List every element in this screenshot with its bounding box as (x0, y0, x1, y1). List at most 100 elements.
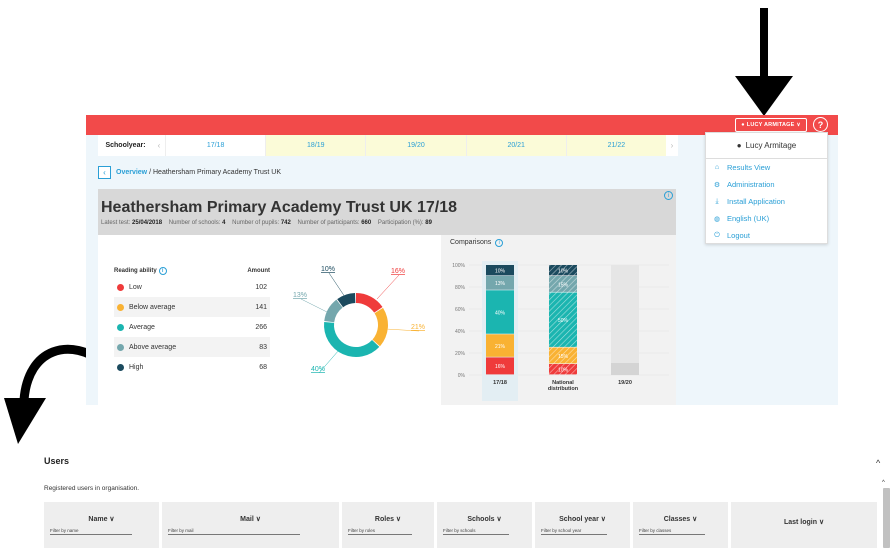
menu-item-label: Results View (727, 163, 771, 172)
reading-row-label: Above average (129, 343, 177, 351)
column-filter-input[interactable]: Filter by schools (443, 528, 510, 535)
help-icon[interactable]: ? (813, 117, 828, 132)
menu-item-language[interactable]: ◍ English (UK) (706, 210, 827, 227)
column-filter-input[interactable]: Filter by school year (541, 528, 608, 535)
home-icon: ⌂ (714, 164, 720, 171)
y-tick-label: 80% (455, 285, 466, 291)
users-table-column: Roles ∨ Filter by roles (342, 502, 437, 548)
globe-icon: ◍ (713, 215, 721, 223)
info-icon[interactable]: i (158, 267, 167, 275)
menu-item-administration[interactable]: ⚙ Administration (706, 176, 827, 193)
column-sort-header[interactable]: Last login ∨ (737, 518, 871, 526)
users-table-column: Name ∨ Filter by name (44, 502, 162, 548)
latest-test-label: Latest test: (101, 220, 131, 226)
reading-row-label: Low (129, 283, 142, 291)
reading-table-row: High 68 (114, 357, 270, 377)
donut-leader-line (300, 298, 330, 314)
reading-row-label: Below average (129, 303, 176, 311)
users-table-column: Schools ∨ Filter by schools (437, 502, 535, 548)
schools-value: 4 (222, 220, 226, 226)
column-filter-input[interactable]: Filter by mail (168, 528, 300, 535)
info-icon[interactable]: i (664, 191, 673, 200)
legend-dot-icon (117, 303, 124, 311)
users-table-column: Last login ∨ (731, 502, 880, 548)
menu-item-label: Logout (727, 231, 750, 240)
donut-slice-label: 21% (411, 324, 425, 331)
reading-row-amount: 68 (259, 363, 267, 371)
y-tick-label: 40% (455, 329, 466, 335)
reading-row-amount: 266 (255, 323, 267, 331)
tab-year-18-19[interactable]: 18/19 (265, 135, 366, 156)
scroll-up-icon[interactable]: ^ (882, 480, 885, 486)
users-table-column: Mail ∨ Filter by mail (162, 502, 342, 548)
reading-table-row: Below average 141 (114, 297, 270, 317)
user-menu-button[interactable]: ● LUCY ARMITAGE ∨ (735, 118, 807, 132)
participants-label: Number of participants: (297, 220, 360, 226)
y-tick-label: 100% (452, 263, 465, 269)
tab-year-19-20[interactable]: 19/20 (365, 135, 466, 156)
pupils-label: Number of pupils: (232, 220, 280, 226)
breadcrumb-overview-link[interactable]: Overview (116, 169, 147, 176)
schoolyear-next-button[interactable]: › (666, 135, 678, 156)
donut-slice (356, 293, 383, 313)
donut-slice-label: 40% (311, 366, 325, 373)
column-sort-header[interactable]: Classes ∨ (639, 515, 722, 523)
annotation-arrow-down (735, 8, 793, 116)
schoolyear-selector: Schoolyear: ‹ 17/18 18/19 19/20 20/21 21… (98, 135, 678, 156)
breadcrumb: ‹ Overview / Heathersham Primary Academy… (98, 165, 398, 179)
donut-slice-label: 13% (293, 292, 307, 299)
users-table-column: Classes ∨ Filter by classes (633, 502, 731, 548)
menu-item-label: Administration (727, 180, 775, 189)
back-button[interactable]: ‹ (98, 165, 111, 179)
users-section-subtitle: Registered users in organisation. (44, 485, 140, 492)
chevron-up-icon[interactable]: ^ (876, 458, 880, 468)
reading-row-amount: 102 (255, 283, 267, 291)
menu-item-install-application[interactable]: ⤓ Install Application (706, 193, 827, 210)
bar-data-label: 15% (558, 354, 569, 360)
bar-data-label: 50% (558, 318, 569, 324)
y-tick-label: 0% (458, 373, 466, 379)
x-category-label: 17/18 (493, 380, 507, 386)
tab-year-20-21[interactable]: 20/21 (465, 135, 566, 156)
column-sort-header[interactable]: Mail ∨ (168, 515, 333, 523)
column-filter-input[interactable]: Filter by name (50, 528, 133, 535)
tab-year-17-18[interactable]: 17/18 (165, 135, 266, 156)
donut-leader-line (376, 274, 400, 300)
bar-data-label: 10% (558, 368, 569, 374)
menu-item-results-view[interactable]: ⌂ Results View (706, 159, 827, 176)
users-section-title: Users (44, 456, 70, 466)
bar-data-label: 10% (495, 269, 506, 275)
menu-item-logout[interactable]: ⏻ Logout (706, 227, 827, 244)
column-sort-header[interactable]: Schools ∨ (443, 515, 526, 523)
page-title: Heathersham Primary Academy Trust UK 17/… (101, 199, 458, 216)
column-filter-input[interactable] (737, 531, 844, 532)
bar-data-label: 40% (495, 310, 506, 316)
reading-table-header: Reading ability i Amount (114, 265, 270, 277)
legend-dot-icon (117, 343, 124, 351)
empty-bar-base (611, 363, 639, 375)
comparisons-bar-chart: 0% 20% 40% 60% 80% 100% 16% 21% 40% 13% 10% 17/18 10… (452, 261, 669, 401)
donut-slice (324, 299, 343, 323)
pupils-value: 742 (280, 220, 291, 226)
scrollbar-thumb[interactable] (883, 488, 890, 548)
column-sort-header[interactable]: Name ∨ (50, 515, 153, 523)
column-filter-input[interactable]: Filter by classes (639, 528, 706, 535)
info-icon[interactable]: i (495, 239, 504, 247)
breadcrumb-separator: / (149, 168, 152, 176)
tab-year-21-22[interactable]: 21/22 (565, 135, 667, 156)
reading-row-category: Low (117, 283, 142, 291)
column-sort-header[interactable]: Roles ∨ (348, 515, 428, 523)
menu-item-label: Install Application (727, 197, 785, 206)
legend-dot-icon (117, 363, 124, 371)
column-sort-header[interactable]: School year ∨ (541, 515, 624, 523)
participation-label: Participation (%): (377, 220, 424, 226)
x-category-label: distribution (548, 386, 579, 392)
schoolyear-prev-button[interactable]: ‹ (153, 135, 165, 156)
x-category-label: 19/20 (618, 380, 632, 386)
participation-value: 89 (425, 220, 432, 226)
reading-row-amount: 83 (259, 343, 267, 351)
reading-row-category: Average (117, 323, 155, 331)
donut-slice-label: 10% (321, 266, 335, 273)
user-circle-icon: ● (741, 122, 745, 128)
column-filter-input[interactable]: Filter by roles (348, 528, 412, 535)
